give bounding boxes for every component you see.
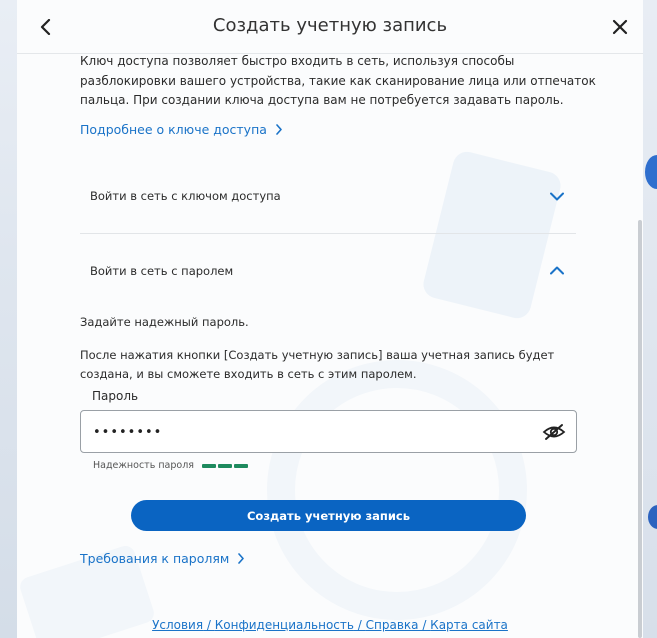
footer-sitemap-link[interactable]: Карта сайта — [430, 618, 508, 632]
back-button[interactable] — [34, 15, 58, 39]
dialog-header: Создать учетную запись — [17, 0, 643, 54]
footer-terms-link[interactable]: Условия — [152, 618, 203, 632]
background-illustration — [267, 360, 527, 620]
footer-links: Условия / Конфиденциальность / Справка /… — [17, 618, 643, 632]
close-icon — [612, 19, 628, 35]
password-strength-meter — [202, 463, 248, 468]
password-description: После нажатия кнопки [Создать учетную за… — [80, 348, 555, 381]
password-field-label: Пароль — [92, 389, 139, 403]
chevron-right-icon — [276, 124, 282, 135]
create-account-dialog: Создать учетную запись Ключ доступа позв… — [17, 0, 643, 638]
footer-privacy-link[interactable]: Конфиденциальность — [215, 618, 354, 632]
eye-slash-icon — [542, 424, 566, 440]
back-arrow-icon — [40, 19, 51, 35]
password-requirements-link[interactable]: Требования к паролям — [80, 551, 245, 566]
create-account-button[interactable]: Создать учетную запись — [131, 500, 526, 531]
accordion-password-signin[interactable]: Войти в сеть с паролем — [80, 233, 576, 307]
password-strength-label: Надежность пароля — [93, 460, 194, 471]
accordion-passkey-signin[interactable]: Войти в сеть с ключом доступа — [80, 159, 576, 233]
passkey-learn-more-label: Подробнее о ключе доступа — [80, 122, 267, 137]
password-field — [80, 410, 577, 453]
close-button[interactable] — [608, 15, 632, 39]
toggle-password-visibility-button[interactable] — [541, 420, 567, 444]
strength-bar — [234, 463, 248, 468]
password-input[interactable] — [93, 422, 523, 442]
password-strength: Надежность пароля — [93, 460, 248, 471]
accordion-label: Войти в сеть с ключом доступа — [90, 189, 281, 203]
chevron-up-icon — [550, 266, 564, 275]
passkey-intro-text: Ключ доступа позволяет быстро входить в … — [80, 54, 596, 107]
chevron-right-icon — [238, 553, 245, 564]
dialog-title: Создать учетную запись — [212, 15, 448, 36]
footer-separator: / — [353, 618, 366, 632]
password-requirements-label: Требования к паролям — [80, 551, 230, 566]
background-right — [643, 0, 657, 638]
strength-bar — [202, 463, 216, 468]
scrollbar-thumb[interactable] — [638, 220, 642, 638]
footer-separator: / — [203, 618, 215, 632]
strength-bar — [218, 463, 232, 468]
passkey-learn-more-link[interactable]: Подробнее о ключе доступа — [80, 122, 283, 137]
background-left — [0, 0, 17, 638]
chevron-down-icon — [550, 192, 564, 200]
password-hint: Задайте надежный пароль. — [80, 315, 249, 329]
footer-separator: / — [418, 618, 431, 632]
accordion-label: Войти в сеть с паролем — [90, 263, 234, 278]
footer-help-link[interactable]: Справка — [366, 618, 419, 632]
